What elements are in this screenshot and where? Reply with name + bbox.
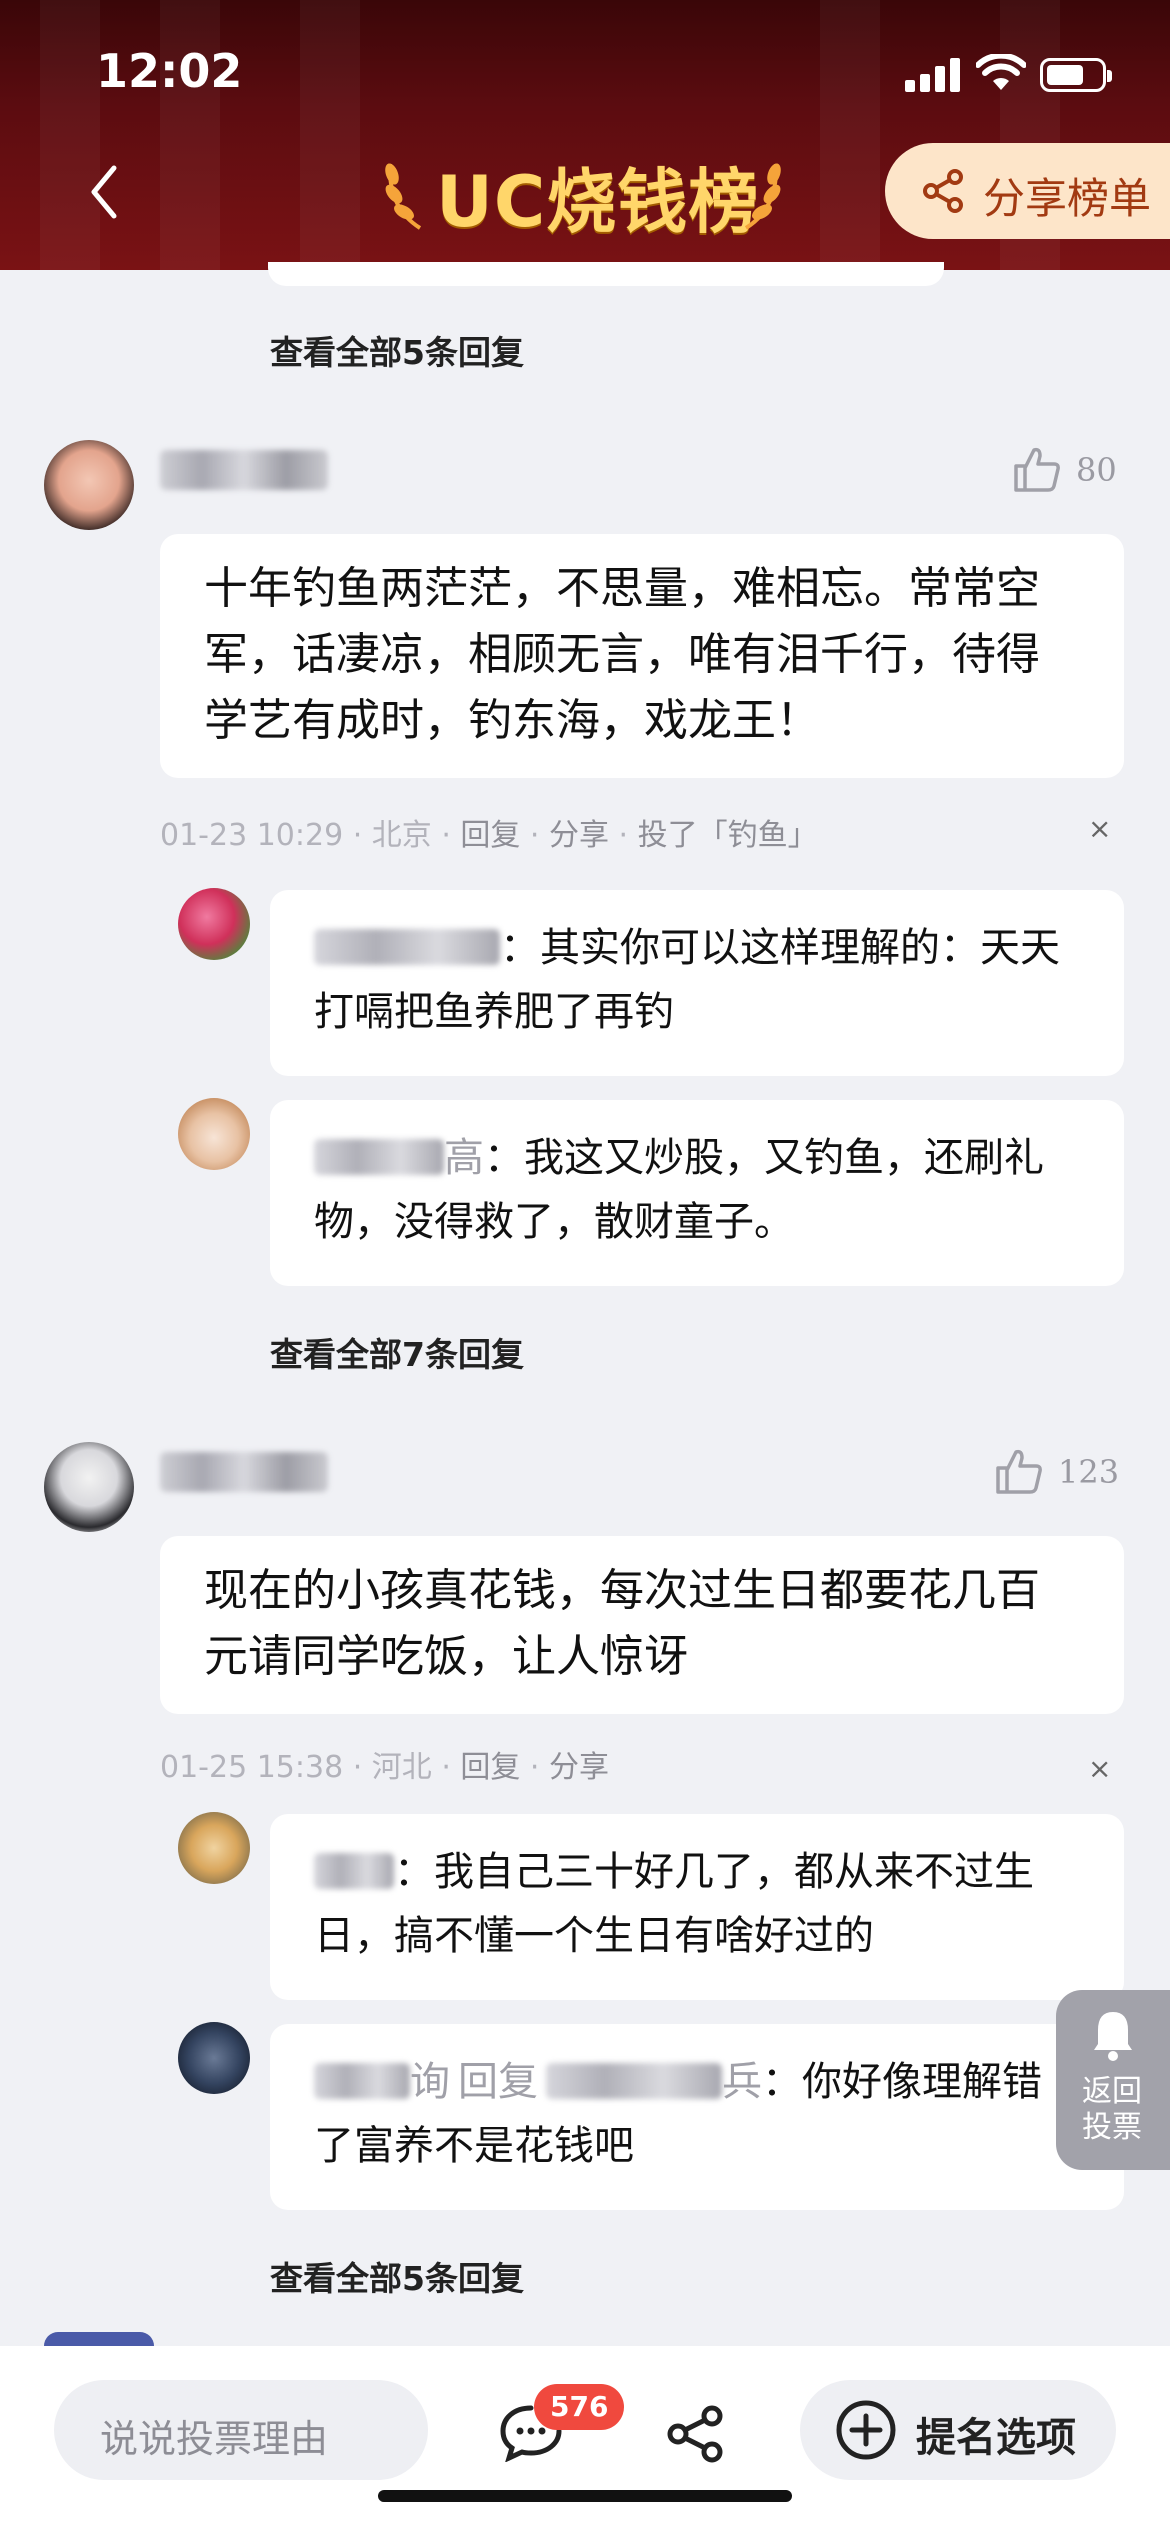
reply-bubble: ：我自己三十好几了，都从来不过生日，搞不懂一个生日有啥好过的 [270, 1814, 1124, 2000]
battery-icon [1040, 58, 1112, 92]
return-to-vote-label: 返回投票 [1082, 2074, 1142, 2145]
like-count: 80 [1076, 451, 1117, 489]
avatar[interactable] [44, 440, 134, 530]
reply-username-suffix[interactable]: 高 [444, 1135, 484, 1181]
share-link[interactable]: 分享 [549, 818, 609, 853]
comment-text: 十年钓鱼两茫茫，不思量，难相忘。常常空军，话凄凉，相顾无言，唯有泪千行，待得学艺… [160, 534, 1124, 778]
status-time: 12:02 [96, 44, 243, 98]
bell-icon [1094, 2012, 1132, 2061]
avatar [44, 2332, 154, 2346]
reply-text: ：我自己三十好几了，都从来不过生日，搞不懂一个生日有啥好过的 [314, 1849, 1034, 1959]
avatar[interactable] [44, 1442, 134, 1532]
share-icon[interactable] [664, 2404, 728, 2464]
comment-meta: 01-25 15:38 · 河北 · 回复 · 分享 [160, 1750, 609, 1785]
avatar[interactable] [178, 888, 250, 960]
username-blurred[interactable] [314, 1139, 444, 1175]
vote-tag: 投了「钓鱼」 [637, 818, 818, 853]
wifi-icon [976, 54, 1026, 90]
like-button[interactable]: 123 [994, 1448, 1119, 1496]
close-icon[interactable]: × [1088, 812, 1111, 845]
username-blurred[interactable] [160, 1452, 328, 1492]
laurel-right-icon [744, 163, 781, 230]
status-bar: 12:02 [0, 0, 1170, 140]
avatar[interactable] [178, 1098, 250, 1170]
share-ranking-button[interactable]: 分享榜单 [885, 143, 1170, 239]
nominate-option-button[interactable]: 提名选项 [800, 2380, 1116, 2480]
share-link[interactable]: 分享 [549, 1750, 609, 1785]
target-username-blurred[interactable] [546, 2063, 722, 2099]
username-blurred[interactable] [314, 2063, 410, 2099]
username-blurred[interactable] [314, 1853, 394, 1889]
vote-reason-placeholder: 说说投票理由 [100, 2417, 329, 2461]
return-to-vote-button[interactable]: 返回投票 [1056, 1990, 1170, 2170]
comment-time: 01-23 10:29 [160, 818, 344, 853]
reply-bubble: 询回复 兵：你好像理解错了富养不是花钱吧 [270, 2024, 1124, 2210]
bottom-bar: 说说投票理由 576 提名选项 [0, 2346, 1170, 2532]
view-all-replies-link[interactable]: 查看全部7条回复 [270, 1328, 524, 1376]
comment-location: 河北 [371, 1750, 432, 1785]
signal-icon [905, 58, 963, 92]
reply-username-suffix[interactable]: 询 [410, 2059, 450, 2105]
username-blurred[interactable] [160, 450, 328, 490]
avatar[interactable] [178, 2022, 250, 2094]
view-all-replies-link[interactable]: 查看全部5条回复 [270, 326, 524, 374]
avatar[interactable] [178, 1812, 250, 1884]
reply-bubble: 高：我这又炒股，又钓鱼，还刷礼物，没得救了，散财童子。 [270, 1100, 1124, 1286]
reply-to-word: 回复 [458, 2059, 538, 2105]
view-all-replies-link[interactable]: 查看全部5条回复 [270, 2252, 524, 2300]
close-icon[interactable]: × [1088, 1752, 1111, 1785]
reply-link[interactable]: 回复 [460, 818, 520, 853]
share-ranking-label: 分享榜单 [983, 174, 1152, 223]
laurel-left-icon [385, 163, 422, 230]
thumbs-up-icon [1014, 447, 1060, 492]
username-blurred[interactable] [314, 929, 500, 965]
comment-count-badge: 576 [534, 2384, 625, 2430]
vote-reason-input[interactable]: 说说投票理由 [54, 2380, 428, 2480]
comment-text: 现在的小孩真花钱，每次过生日都要花几百元请同学吃饭，让人惊讶 [160, 1536, 1124, 1714]
reply-bubble: ：其实你可以这样理解的：天天打嗝把鱼养肥了再钓 [270, 890, 1124, 1076]
page-title-group: UC烧钱榜 [380, 140, 800, 243]
reply-target-suffix[interactable]: 兵 [722, 2059, 762, 2105]
back-arrow-icon[interactable] [84, 162, 124, 222]
header-banner: 12:02 UC烧钱榜 分享榜单 [0, 0, 1170, 270]
plus-circle-icon [836, 2400, 896, 2460]
like-count: 123 [1058, 1453, 1120, 1491]
thumbs-up-icon [996, 1449, 1042, 1494]
home-indicator[interactable] [378, 2490, 792, 2502]
comment-meta: 01-23 10:29 · 北京 · 回复 · 分享 · 投了「钓鱼」 [160, 818, 818, 853]
share-icon [923, 169, 963, 213]
page-title: UC烧钱榜 [436, 161, 760, 243]
like-button[interactable]: 80 [1012, 446, 1117, 494]
nominate-option-label: 提名选项 [916, 2415, 1076, 2461]
comment-location: 北京 [371, 818, 432, 853]
reply-link[interactable]: 回复 [460, 1750, 520, 1785]
reply-card-stub [268, 262, 944, 286]
comment-time: 01-25 15:38 [160, 1750, 344, 1785]
